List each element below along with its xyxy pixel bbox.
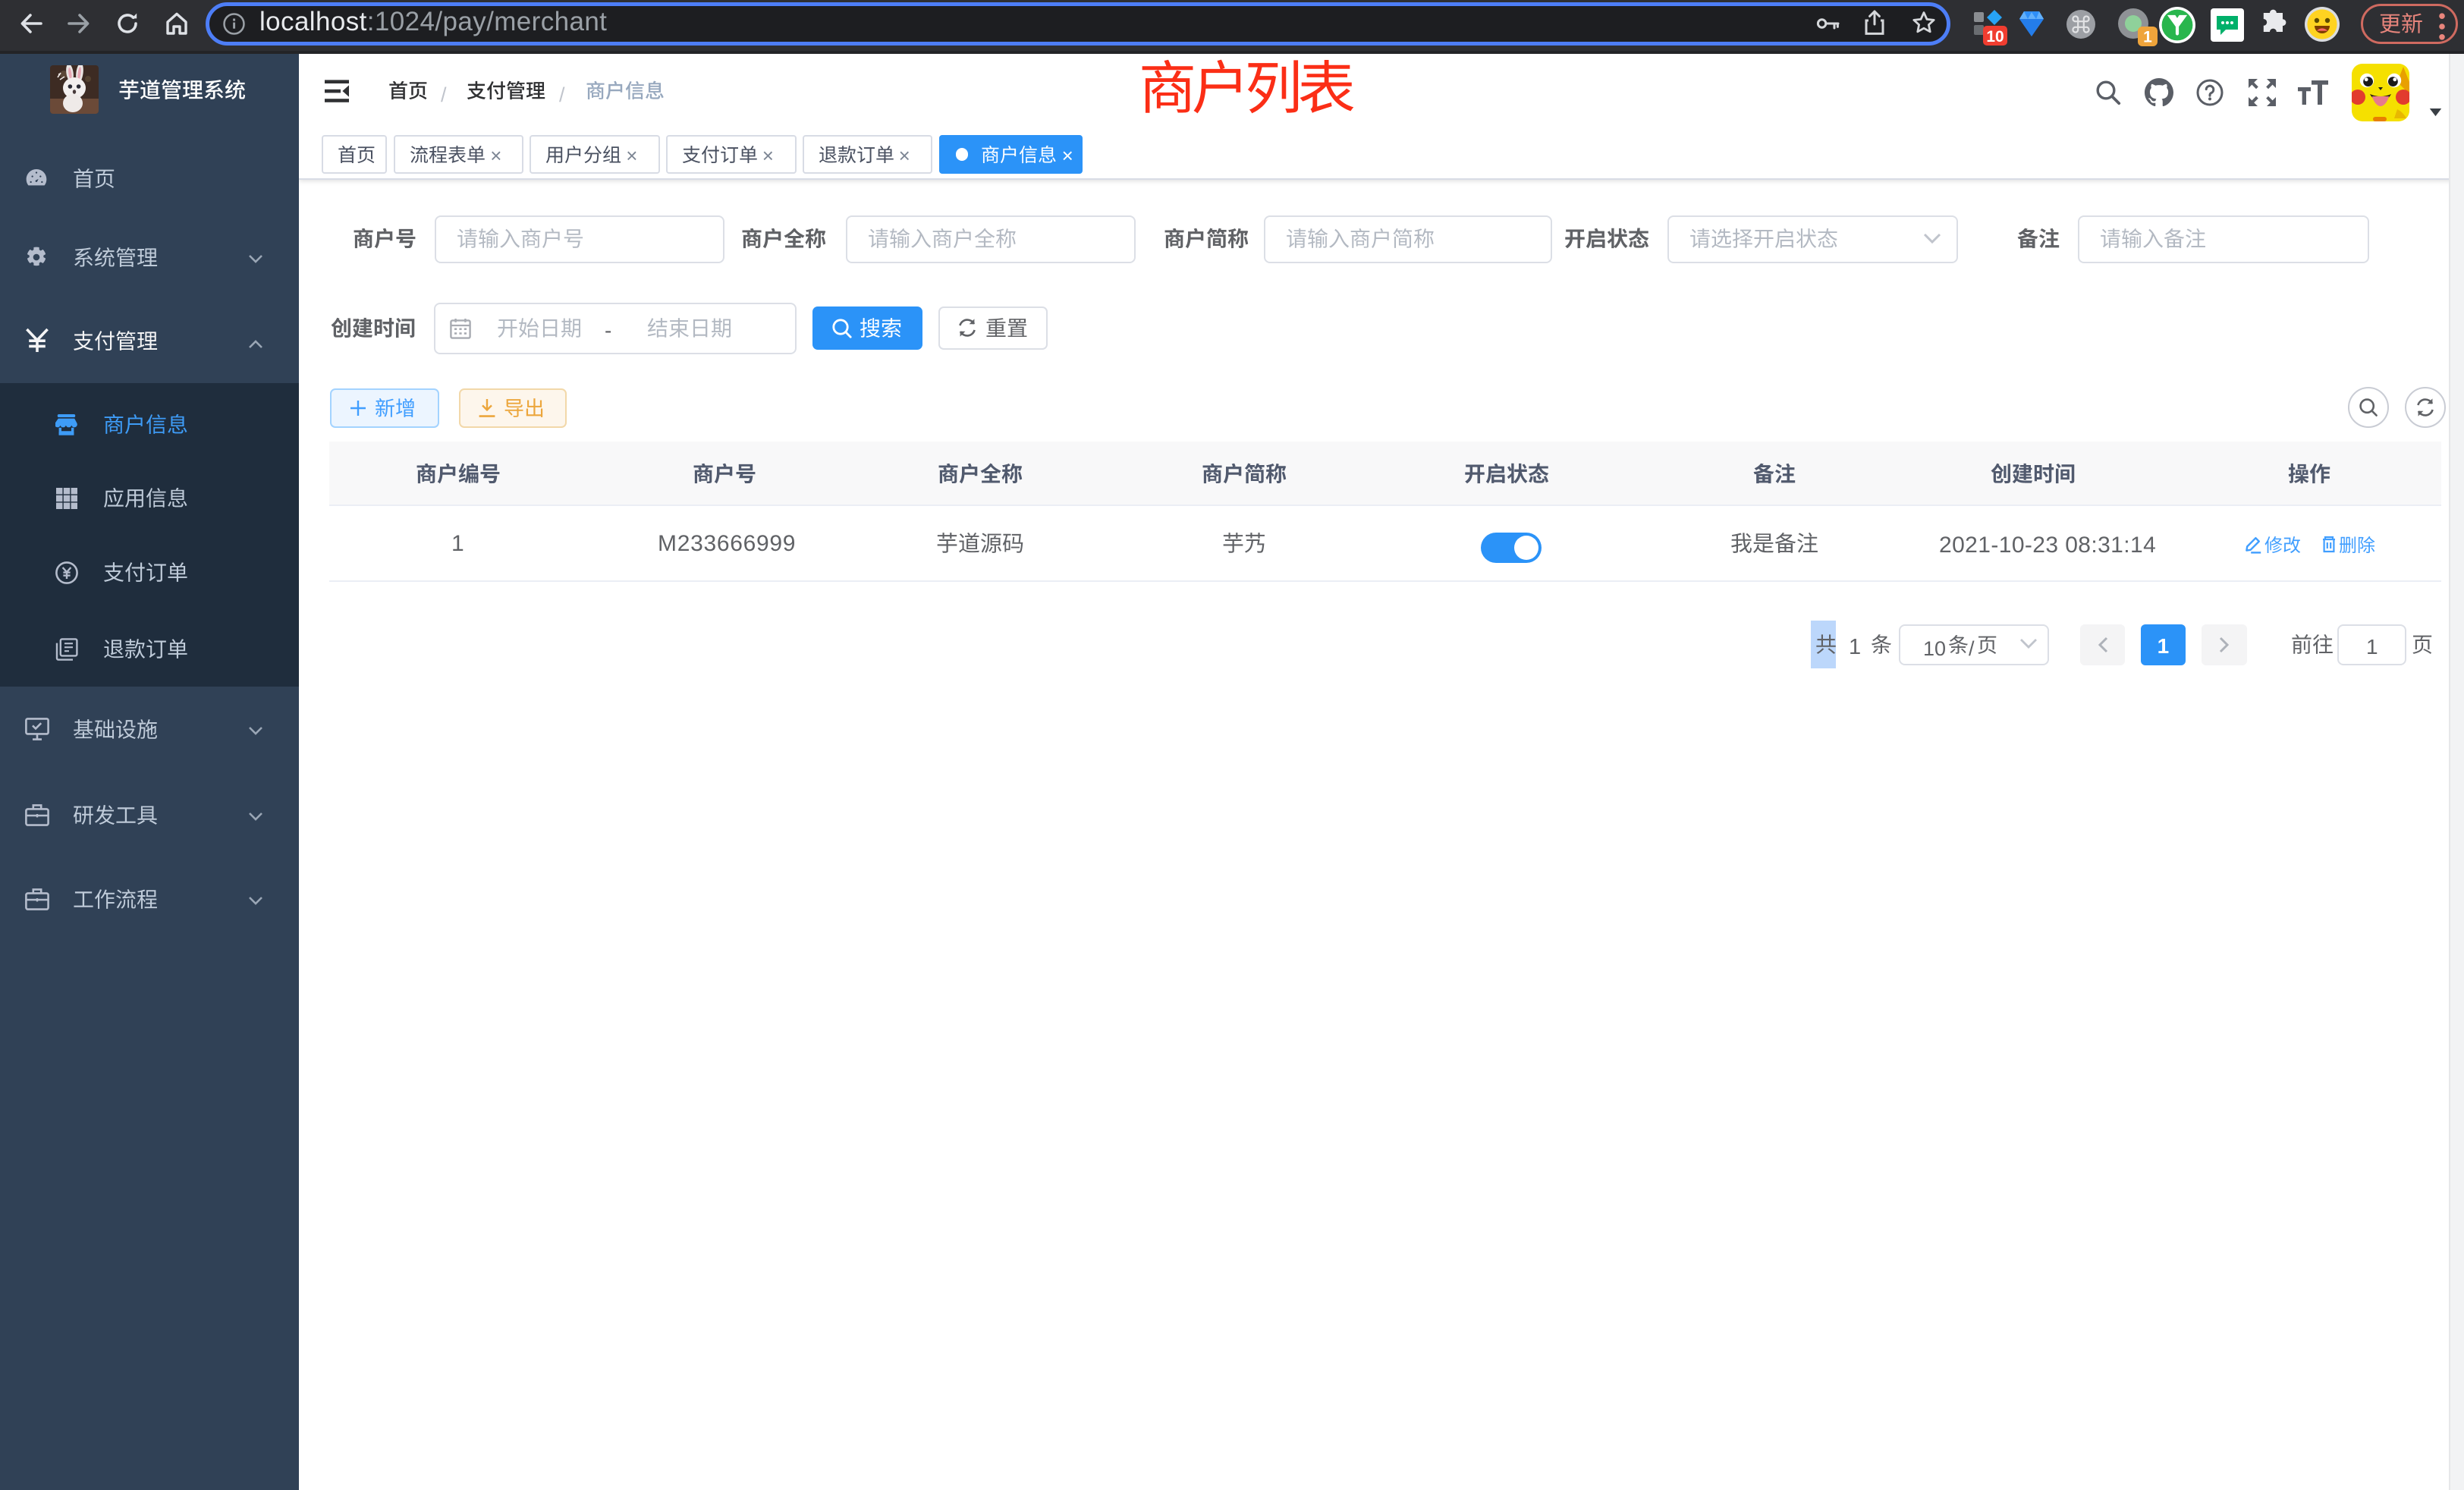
svg-text:1: 1	[2143, 29, 2152, 46]
svg-text:10: 10	[1986, 28, 2004, 46]
